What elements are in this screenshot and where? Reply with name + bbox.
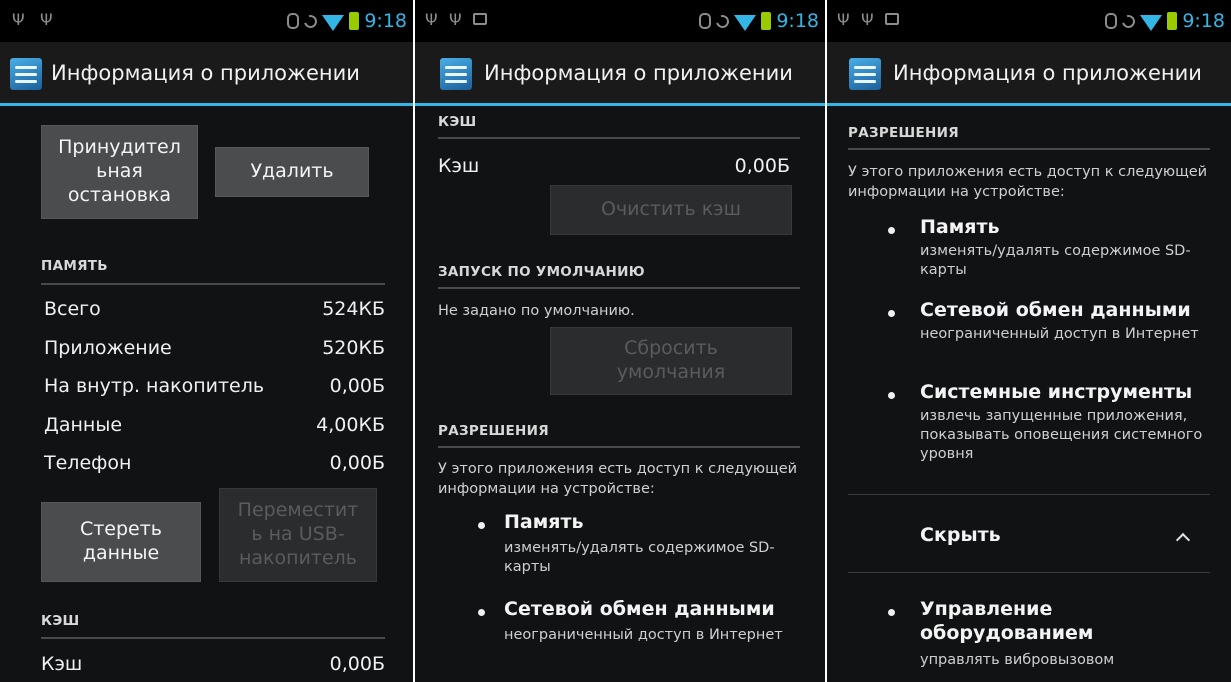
usb-icon: Ψ (425, 10, 438, 29)
clear-data-button[interactable]: Стереть данные (41, 502, 201, 582)
cache-value: 0,00Б (734, 155, 790, 177)
permission-title: Память (920, 216, 1000, 238)
divider (848, 148, 1210, 150)
image-icon (473, 13, 487, 25)
sync-icon (713, 12, 732, 30)
bluetooth-icon (1105, 13, 1118, 29)
storage-label-total: Всего (44, 298, 101, 320)
permission-desc: неограниченный доступ в Интернет (504, 627, 783, 643)
cache-value: 0,00Б (329, 653, 385, 675)
bullet (888, 392, 895, 399)
permissions-section-header: РАЗРЕШЕНИЯ (848, 125, 959, 141)
battery-icon (349, 12, 360, 30)
divider (438, 446, 800, 448)
usb-icon: Ψ (449, 10, 462, 29)
permission-desc: неограниченный доступ в Интернет (920, 326, 1199, 342)
reset-defaults-button[interactable]: Сбросить умолчания (550, 327, 792, 395)
usb-icon: Ψ (861, 10, 874, 29)
divider (848, 572, 1210, 573)
permission-desc: извлечь запущенные приложения, показыват… (920, 408, 1203, 462)
screen-app-info-storage: Ψ Ψ 9:18 Информация о приложении Принуди… (0, 0, 413, 682)
launch-default-text: Не задано по умолчанию. (438, 303, 635, 319)
storage-value-data: 4,00КБ (316, 414, 385, 436)
action-bar: Информация о приложении (415, 42, 825, 106)
page-title: Информация о приложении (484, 61, 793, 85)
divider (438, 287, 800, 289)
storage-value-internal: 0,00Б (329, 375, 385, 397)
bullet (888, 609, 895, 616)
storage-value-app: 520КБ (322, 337, 385, 359)
permission-title: Системные инструменты (920, 381, 1193, 403)
permissions-intro: У этого приложения есть доступ к следующ… (848, 164, 1208, 200)
hide-label: Скрыть (920, 524, 1001, 546)
storage-label-phone: Телефон (44, 452, 132, 474)
battery-icon (1167, 12, 1178, 30)
wifi-icon (734, 14, 757, 31)
chevron-up-icon (1175, 532, 1191, 548)
permission-desc: изменять/удалять содержимое SD-карты (920, 243, 1191, 278)
divider (41, 637, 385, 639)
action-bar: Информация о приложении (0, 42, 413, 106)
permission-title: Память (504, 511, 584, 533)
settings-app-icon[interactable] (440, 58, 472, 90)
bluetooth-icon (287, 13, 300, 29)
sync-icon (1119, 12, 1138, 30)
page-title: Информация о приложении (893, 61, 1202, 85)
usb-icon: Ψ (12, 10, 25, 29)
uninstall-button[interactable]: Удалить (215, 147, 369, 197)
permission-title: Сетевой обмен данными (920, 299, 1191, 321)
sync-icon (301, 12, 320, 30)
clear-cache-button[interactable]: Очистить кэш (550, 185, 792, 235)
image-icon (885, 13, 899, 25)
storage-value-phone: 0,00Б (329, 452, 385, 474)
wifi-icon (322, 14, 345, 31)
battery-icon (761, 12, 772, 30)
action-bar: Информация о приложении (827, 42, 1231, 106)
storage-label-app: Приложение (44, 337, 172, 359)
usb-icon: Ψ (40, 10, 53, 29)
wifi-icon (1140, 14, 1163, 31)
clock: 9:18 (1182, 10, 1225, 32)
storage-label-internal: На внутр. накопитель (44, 375, 265, 397)
bullet (478, 522, 485, 529)
status-bar: Ψ Ψ 9:18 (827, 0, 1231, 42)
page-title: Информация о приложении (51, 61, 360, 85)
bullet (888, 310, 895, 317)
permission-title: Управление оборудованием (920, 598, 1094, 644)
move-to-usb-button[interactable]: Переместит ь на USB-накопитель (219, 488, 377, 582)
storage-value-total: 524КБ (322, 298, 385, 320)
settings-app-icon[interactable] (10, 58, 42, 90)
permission-title: Сетевой обмен данными (504, 598, 775, 620)
permissions-intro: У этого приложения есть доступ к следующ… (438, 461, 798, 497)
permission-desc: изменять/удалять содержимое SD-карты (504, 540, 775, 575)
hide-toggle[interactable]: Скрыть (848, 495, 1210, 571)
screen-app-info-permissions: Ψ Ψ 9:18 Информация о приложении РАЗРЕШЕ… (827, 0, 1231, 682)
settings-app-icon[interactable] (849, 58, 881, 90)
cache-label: Кэш (438, 155, 480, 177)
divider (438, 137, 800, 139)
memory-section-header: ПАМЯТЬ (41, 258, 108, 274)
bullet (888, 227, 895, 234)
screen-app-info-cache: Ψ Ψ 9:18 Информация о приложении КЭШ Кэш… (415, 0, 825, 682)
usb-icon: Ψ (837, 10, 850, 29)
clock: 9:18 (776, 10, 819, 32)
status-bar: Ψ Ψ 9:18 (0, 0, 413, 42)
storage-label-data: Данные (44, 414, 123, 436)
status-bar: Ψ Ψ 9:18 (415, 0, 825, 42)
permissions-section-header: РАЗРЕШЕНИЯ (438, 423, 549, 439)
cache-section-header: КЭШ (41, 613, 80, 629)
divider (41, 283, 385, 285)
cache-section-header: КЭШ (438, 114, 477, 130)
launch-default-section-header: ЗАПУСК ПО УМОЛЧАНИЮ (438, 264, 645, 280)
bluetooth-icon (699, 13, 712, 29)
bullet (478, 609, 485, 616)
force-stop-button[interactable]: Принудител ьная остановка (41, 125, 198, 219)
cache-label: Кэш (41, 653, 83, 675)
clock: 9:18 (364, 10, 407, 32)
permission-desc: управлять вибровызовом (920, 652, 1115, 668)
